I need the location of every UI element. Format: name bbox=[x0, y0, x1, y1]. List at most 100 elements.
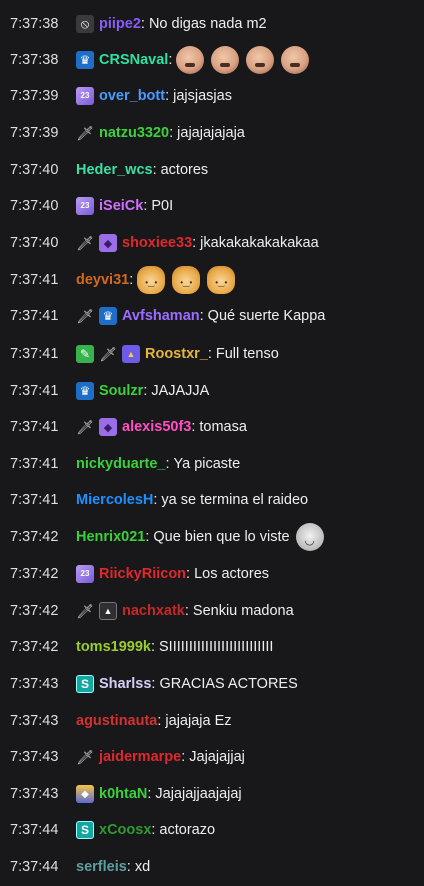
message-timestamp: 7:37:42 bbox=[10, 566, 59, 582]
bald-face-emote[interactable] bbox=[281, 46, 310, 74]
sword-icon[interactable] bbox=[76, 234, 94, 252]
triangle-icon[interactable] bbox=[99, 602, 117, 620]
message-timestamp: 7:37:41 bbox=[10, 456, 59, 472]
bald-face-emote[interactable] bbox=[176, 46, 205, 74]
message-timestamp: 7:37:42 bbox=[10, 603, 59, 619]
chat-username[interactable]: iSeiCk bbox=[99, 198, 143, 214]
cake-icon[interactable] bbox=[122, 345, 140, 363]
message-text: jkakakakakakakaa bbox=[200, 235, 319, 251]
sword-icon[interactable] bbox=[76, 124, 94, 142]
chat-username[interactable]: MiercolesH bbox=[76, 492, 153, 508]
sword-icon[interactable] bbox=[76, 602, 94, 620]
chat-username[interactable]: toms1999k bbox=[76, 639, 151, 655]
username-colon: : bbox=[169, 125, 174, 141]
chat-message: 7:37:42 toms1999k: SIIIIIIIIIIIIIIIIIIIIII… bbox=[0, 629, 424, 665]
chat-username[interactable]: Sharlss bbox=[99, 676, 151, 692]
username-colon: : bbox=[140, 16, 145, 32]
username-colon: : bbox=[207, 346, 212, 362]
message-text: tomasa bbox=[199, 419, 247, 435]
message-text: jajsjasjas bbox=[173, 88, 232, 104]
username-colon: : bbox=[184, 603, 189, 619]
chat-username[interactable]: natzu3320 bbox=[99, 125, 169, 141]
message-timestamp: 7:37:44 bbox=[10, 822, 59, 838]
message-timestamp: 7:37:41 bbox=[10, 419, 59, 435]
chat-username[interactable]: shoxiee33 bbox=[122, 235, 192, 251]
sword-icon[interactable] bbox=[76, 418, 94, 436]
chat-username[interactable]: k0htaN bbox=[99, 786, 147, 802]
message-text: JAJAJJA bbox=[151, 383, 210, 399]
message-timestamp: 7:37:39 bbox=[10, 88, 59, 104]
sword-icon[interactable] bbox=[76, 307, 94, 325]
sword-icon[interactable] bbox=[99, 345, 117, 363]
chat-message: 7:37:41 Soulzr:JAJAJJA bbox=[0, 373, 424, 409]
chat-message: 7:37:43 k0htaN:Jajajajjaajajaj bbox=[0, 776, 424, 812]
chat-username[interactable]: jaidermarpe bbox=[99, 749, 181, 765]
chat-username[interactable]: nachxatk bbox=[122, 603, 185, 619]
username-colon: : bbox=[165, 456, 170, 472]
chat-username[interactable]: Soulzr bbox=[99, 383, 143, 399]
username-colon: : bbox=[152, 162, 157, 178]
calendar-icon[interactable] bbox=[76, 197, 94, 215]
message-timestamp: 7:37:41 bbox=[10, 492, 59, 508]
username-colon: : bbox=[147, 786, 152, 802]
chat-username[interactable]: xCoosx bbox=[99, 822, 151, 838]
s-badge-icon[interactable] bbox=[76, 675, 94, 693]
s-badge-icon[interactable] bbox=[76, 821, 94, 839]
chat-username[interactable]: deyvi31 bbox=[76, 272, 129, 288]
username-colon: : bbox=[150, 639, 155, 655]
chat-username[interactable]: RiickyRiicon bbox=[99, 566, 186, 582]
username-colon: : bbox=[126, 859, 131, 875]
message-timestamp: 7:37:41 bbox=[10, 383, 59, 399]
bald-face-emote[interactable] bbox=[246, 46, 275, 74]
message-text: Qué suerte Kappa bbox=[207, 308, 326, 324]
message-text: SIIIIIIIIIIIIIIIIIIIIIIIIII bbox=[159, 639, 274, 655]
chat-username[interactable]: Avfshaman bbox=[122, 308, 200, 324]
message-timestamp: 7:37:38 bbox=[10, 52, 59, 68]
doge-emote[interactable] bbox=[172, 266, 201, 294]
message-text: jajajaja Ez bbox=[165, 713, 232, 729]
drop-icon[interactable] bbox=[99, 234, 117, 252]
chat-message: 7:37:39 natzu3320:jajajajajaja bbox=[0, 115, 424, 151]
doge-emote[interactable] bbox=[137, 266, 166, 294]
chat-username[interactable]: piipe2 bbox=[99, 16, 141, 32]
chat-message: 7:37:41 alexis50f3:tomasa bbox=[0, 409, 424, 445]
crown-icon[interactable] bbox=[76, 382, 94, 400]
message-text: Jajajajjaajajaj bbox=[155, 786, 242, 802]
doge-emote[interactable] bbox=[207, 266, 236, 294]
username-colon: : bbox=[192, 235, 197, 251]
username-colon: : bbox=[191, 419, 196, 435]
chat-message: 7:37:38 piipe2:No digas nada m2 bbox=[0, 6, 424, 42]
chat-username[interactable]: nickyduarte_ bbox=[76, 456, 165, 472]
chat-message: 7:37:42 Henrix021: Que bien que lo viste bbox=[0, 519, 424, 555]
chat-username[interactable]: alexis50f3 bbox=[122, 419, 191, 435]
bald-face-emote[interactable] bbox=[211, 46, 240, 74]
username-colon: : bbox=[168, 52, 173, 68]
chat-username[interactable]: serfleis bbox=[76, 859, 127, 875]
medal-2022-icon[interactable] bbox=[76, 785, 94, 803]
username-colon: : bbox=[157, 713, 162, 729]
chat-username[interactable]: Roostxr_ bbox=[145, 346, 208, 362]
hide-icon[interactable] bbox=[76, 15, 94, 33]
calendar-icon[interactable] bbox=[76, 565, 94, 583]
username-colon: : bbox=[151, 676, 156, 692]
calendar-icon[interactable] bbox=[76, 87, 94, 105]
message-text: Full tenso bbox=[215, 346, 279, 362]
chat-username[interactable]: Henrix021 bbox=[76, 529, 145, 545]
message-text: P0I bbox=[151, 198, 174, 214]
chat-username[interactable]: Heder_wcs bbox=[76, 162, 153, 178]
drop-icon[interactable] bbox=[99, 418, 117, 436]
username-colon: : bbox=[165, 88, 170, 104]
crown-icon[interactable] bbox=[99, 307, 117, 325]
message-timestamp: 7:37:42 bbox=[10, 639, 59, 655]
chat-username[interactable]: agustinauta bbox=[76, 713, 157, 729]
smiling-face-emote[interactable] bbox=[295, 523, 324, 551]
message-text: Ya picaste bbox=[173, 456, 241, 472]
sword-icon[interactable] bbox=[76, 748, 94, 766]
green-pencil-icon[interactable] bbox=[76, 345, 94, 363]
chat-username[interactable]: over_bott bbox=[99, 88, 165, 104]
chat-username[interactable]: CRSNaval bbox=[99, 52, 168, 68]
username-colon: : bbox=[129, 272, 134, 288]
message-text: actores bbox=[160, 162, 209, 178]
crown-icon[interactable] bbox=[76, 51, 94, 69]
message-timestamp: 7:37:40 bbox=[10, 235, 59, 251]
